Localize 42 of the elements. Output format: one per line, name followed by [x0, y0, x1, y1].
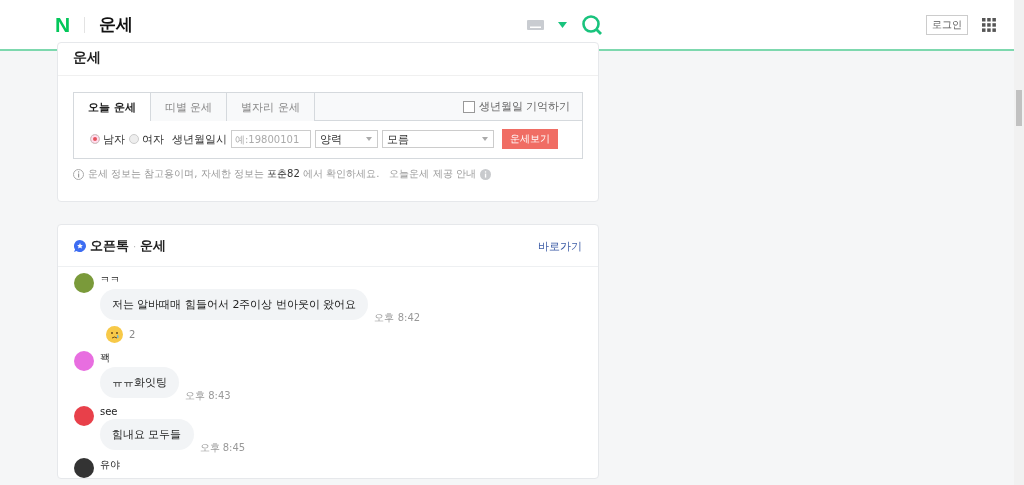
message-time: 오후 8:42 — [374, 311, 421, 325]
card-topic: 운세 — [140, 237, 167, 255]
gender-radio[interactable]: 여자 — [129, 131, 164, 147]
login-button[interactable]: 로그인 — [926, 14, 968, 35]
reaction-count: 2 — [129, 329, 136, 340]
avatar-icon[interactable] — [74, 458, 94, 478]
message-bubble: 저는 알바때매 힘들어서 2주이상 번아웃이 왔어요 — [100, 289, 369, 320]
message-time: 오후 8:45 — [199, 441, 246, 455]
birth-label: 생년월일시 — [172, 131, 227, 147]
gender-radio[interactable]: 남자 — [90, 131, 125, 147]
chat-bubble-icon — [74, 240, 86, 252]
birth-date-field[interactable]: 예:19800101 — [231, 130, 311, 148]
user-name: ㅋㅋ — [100, 273, 120, 287]
calendar-dropdown[interactable]: 양력 — [315, 130, 378, 148]
message-bubble: ㅠㅠ화잇팅 — [100, 367, 179, 398]
crying-face-icon[interactable] — [106, 326, 123, 343]
tab[interactable]: 별자리 운세 — [227, 93, 315, 121]
caret-icon[interactable] — [558, 21, 567, 28]
fortune-site-link[interactable]: 포춘82 — [267, 168, 300, 179]
info-icon — [73, 168, 84, 180]
caret-icon — [366, 137, 372, 141]
user-name: see — [100, 406, 118, 417]
tab[interactable]: 띠별 운세 — [150, 93, 228, 121]
card-title: 운세 — [73, 49, 101, 65]
user-name: 꽥 — [100, 351, 110, 365]
search-icon[interactable] — [581, 13, 603, 36]
title-separator: · — [133, 240, 137, 252]
apps-icon[interactable] — [982, 17, 996, 32]
info-icon[interactable] — [479, 168, 491, 180]
remember-checkbox[interactable]: 생년월일 기억하기 — [462, 99, 570, 114]
time-dropdown[interactable]: 모름 — [382, 130, 494, 148]
tab[interactable]: 오늘 운세 — [74, 93, 151, 121]
keyboard-icon[interactable] — [527, 19, 544, 30]
scrollbar[interactable] — [1014, 0, 1024, 485]
page-title: 운세 — [99, 13, 134, 36]
caret-icon — [482, 137, 488, 141]
go-link[interactable]: 바로가기 — [538, 238, 582, 254]
card-title: 오픈톡 — [90, 237, 129, 255]
message-bubble: 힘내요 모두들 — [100, 419, 194, 450]
disclaimer-text: 운세 정보는 참고용이며, 자세한 정보는 포춘82 에서 확인하세요. — [88, 167, 380, 181]
message-time: 오후 8:43 — [185, 389, 231, 403]
user-name: 유야 — [100, 458, 120, 472]
